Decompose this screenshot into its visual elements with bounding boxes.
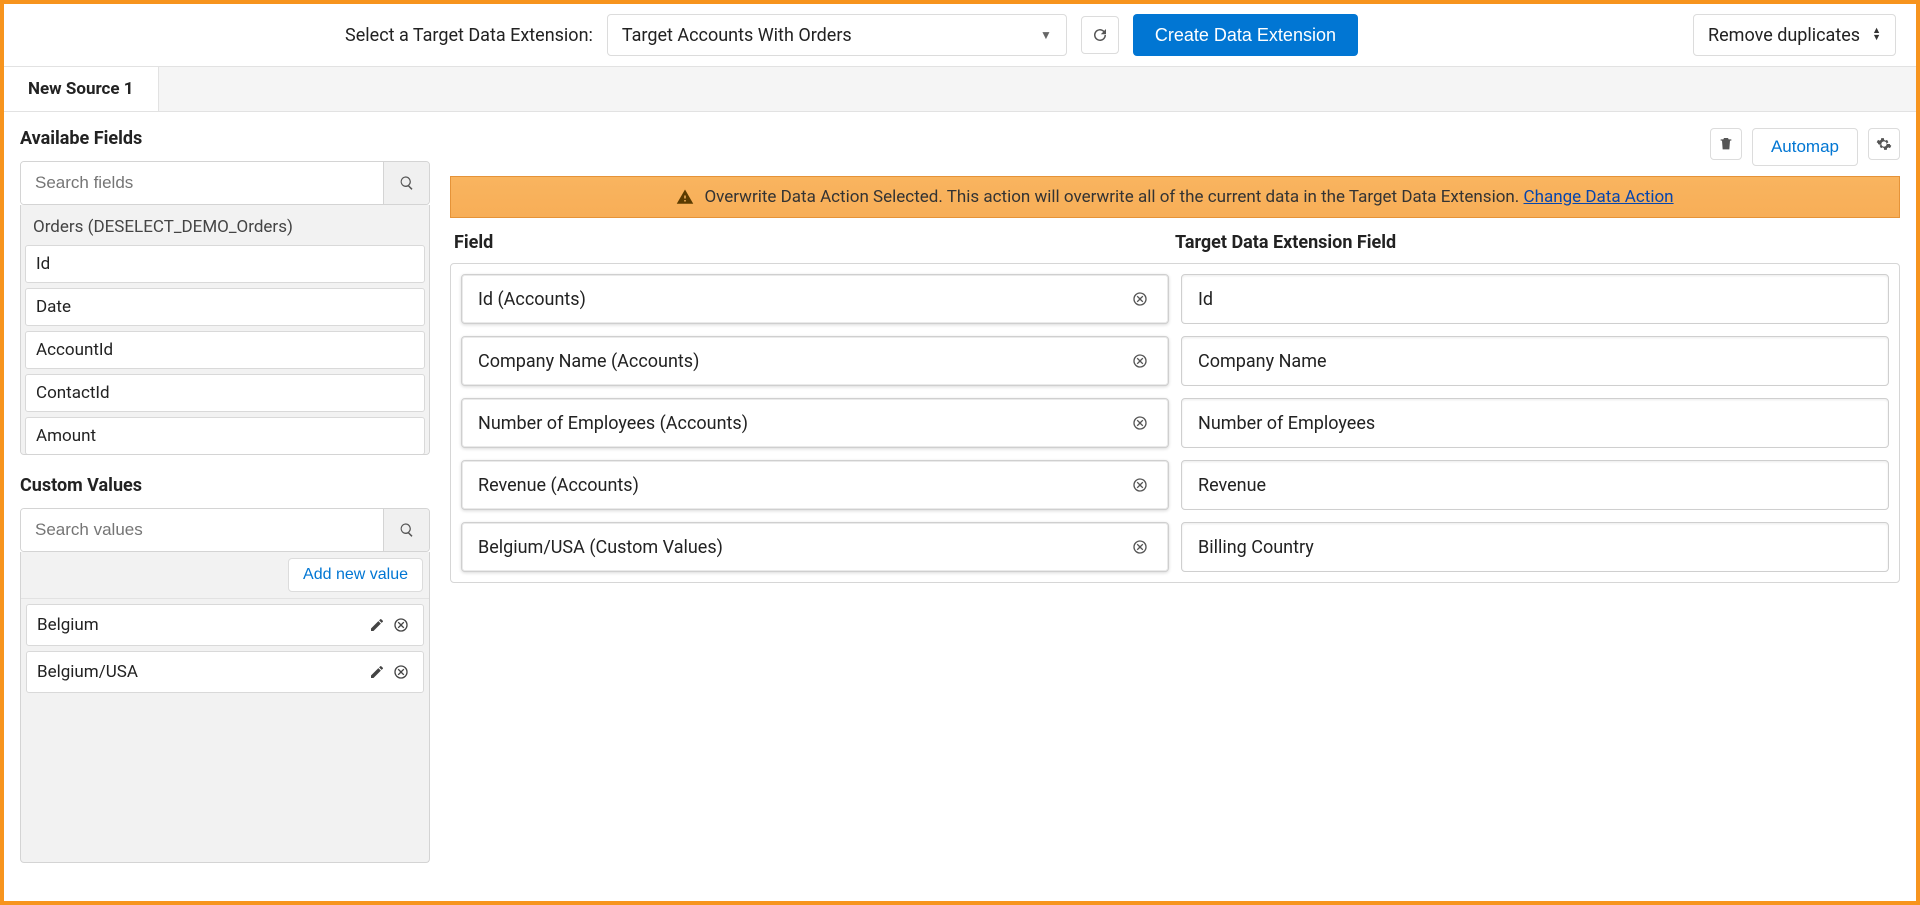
edit-value-button[interactable] [365, 613, 389, 637]
add-new-value-button[interactable]: Add new value [288, 558, 423, 592]
trash-icon [1718, 136, 1734, 152]
clear-source-button[interactable] [1128, 535, 1152, 559]
close-circle-icon [1132, 539, 1148, 555]
target-field-cell[interactable]: Company Name [1181, 336, 1889, 386]
search-fields-button[interactable] [383, 162, 429, 204]
source-field-cell[interactable]: Company Name (Accounts) [461, 336, 1169, 386]
custom-value-item[interactable]: Belgium/USA [26, 651, 424, 693]
source-field-cell[interactable]: Id (Accounts) [461, 274, 1169, 324]
custom-values-panel: Add new value Belgium Belgium/USA [20, 552, 430, 863]
source-field-label: Company Name (Accounts) [478, 351, 1128, 372]
main: Automap Overwrite Data Action Selected. … [450, 128, 1900, 863]
mapping-container: Id (Accounts) Id Company Name (Accounts)… [450, 263, 1900, 583]
dropdown-caret-icon: ▼ [1040, 28, 1052, 42]
tab-new-source[interactable]: New Source 1 [4, 67, 159, 111]
source-field-label: Revenue (Accounts) [478, 475, 1128, 496]
mapping-row: Id (Accounts) Id [461, 274, 1889, 324]
mapping-row: Belgium/USA (Custom Values) Billing Coun… [461, 522, 1889, 572]
target-field-cell[interactable]: Number of Employees [1181, 398, 1889, 448]
field-item[interactable]: ContactId [25, 374, 425, 412]
remove-duplicates-select[interactable]: Remove duplicates ▲▼ [1693, 14, 1896, 56]
search-values-button[interactable] [383, 509, 429, 551]
gear-icon [1876, 136, 1892, 152]
target-data-extension-select[interactable]: Target Accounts With Orders ▼ [607, 14, 1067, 56]
close-circle-icon [1132, 477, 1148, 493]
close-circle-icon [393, 664, 409, 680]
source-field-label: Id (Accounts) [478, 289, 1128, 310]
change-data-action-link[interactable]: Change Data Action [1524, 187, 1674, 207]
custom-value-name: Belgium/USA [37, 662, 365, 682]
field-item[interactable]: Amount [25, 417, 425, 455]
create-data-extension-button[interactable]: Create Data Extension [1133, 14, 1358, 56]
add-value-row: Add new value [21, 552, 429, 599]
close-circle-icon [1132, 415, 1148, 431]
close-circle-icon [393, 617, 409, 633]
banner-text: Overwrite Data Action Selected. This act… [704, 187, 1519, 207]
pencil-icon [369, 617, 385, 633]
clear-source-button[interactable] [1128, 473, 1152, 497]
top-bar: Select a Target Data Extension: Target A… [4, 4, 1916, 67]
search-fields-input[interactable] [21, 162, 383, 204]
search-values-wrap [20, 508, 430, 552]
data-action-banner: Overwrite Data Action Selected. This act… [450, 176, 1900, 218]
sort-arrows-icon: ▲▼ [1872, 28, 1881, 42]
field-item[interactable]: Date [25, 288, 425, 326]
pencil-icon [369, 664, 385, 680]
settings-button[interactable] [1868, 128, 1900, 160]
mapping-row: Revenue (Accounts) Revenue [461, 460, 1889, 510]
available-fields-title: Availabe Fields [20, 128, 430, 149]
source-field-label: Number of Employees (Accounts) [478, 413, 1128, 434]
target-field-cell[interactable]: Id [1181, 274, 1889, 324]
content: Availabe Fields Orders (DESELECT_DEMO_Or… [4, 112, 1916, 879]
refresh-icon [1091, 26, 1109, 44]
select-target-label: Select a Target Data Extension: [345, 25, 593, 46]
mapping-row: Number of Employees (Accounts) Number of… [461, 398, 1889, 448]
warning-icon [676, 188, 694, 206]
clear-mapping-button[interactable] [1710, 128, 1742, 160]
close-circle-icon [1132, 353, 1148, 369]
field-item[interactable]: Id [25, 245, 425, 283]
delete-value-button[interactable] [389, 660, 413, 684]
custom-value-item[interactable]: Belgium [26, 604, 424, 646]
field-group-header: Orders (DESELECT_DEMO_Orders) [25, 209, 425, 245]
target-field-cell[interactable]: Revenue [1181, 460, 1889, 510]
target-field-label: Company Name [1198, 351, 1872, 372]
mapping-headers: Field Target Data Extension Field [450, 218, 1900, 263]
delete-value-button[interactable] [389, 613, 413, 637]
available-fields-panel[interactable]: Orders (DESELECT_DEMO_Orders) Id Date Ac… [20, 205, 430, 455]
clear-source-button[interactable] [1128, 287, 1152, 311]
automap-button[interactable]: Automap [1752, 128, 1858, 166]
edit-value-button[interactable] [365, 660, 389, 684]
target-field-label: Billing Country [1198, 537, 1872, 558]
search-values-input[interactable] [21, 509, 383, 551]
remove-duplicates-label: Remove duplicates [1708, 25, 1860, 46]
sidebar: Availabe Fields Orders (DESELECT_DEMO_Or… [20, 128, 430, 863]
target-field-label: Number of Employees [1198, 413, 1872, 434]
column-header-target: Target Data Extension Field [1175, 232, 1896, 253]
refresh-button[interactable] [1081, 16, 1119, 54]
custom-value-name: Belgium [37, 615, 365, 635]
source-field-cell[interactable]: Number of Employees (Accounts) [461, 398, 1169, 448]
clear-source-button[interactable] [1128, 349, 1152, 373]
source-field-label: Belgium/USA (Custom Values) [478, 537, 1128, 558]
search-icon [399, 522, 415, 538]
field-item[interactable]: AccountId [25, 331, 425, 369]
source-field-cell[interactable]: Belgium/USA (Custom Values) [461, 522, 1169, 572]
search-fields-wrap [20, 161, 430, 205]
tab-row: New Source 1 [4, 67, 1916, 112]
search-icon [399, 175, 415, 191]
target-field-label: Id [1198, 289, 1872, 310]
custom-values-title: Custom Values [20, 475, 430, 496]
column-header-field: Field [454, 232, 1175, 253]
mapping-row: Company Name (Accounts) Company Name [461, 336, 1889, 386]
clear-source-button[interactable] [1128, 411, 1152, 435]
target-field-label: Revenue [1198, 475, 1872, 496]
close-circle-icon [1132, 291, 1148, 307]
target-value: Target Accounts With Orders [622, 25, 852, 46]
source-field-cell[interactable]: Revenue (Accounts) [461, 460, 1169, 510]
target-field-cell[interactable]: Billing Country [1181, 522, 1889, 572]
main-header: Automap [450, 128, 1900, 166]
